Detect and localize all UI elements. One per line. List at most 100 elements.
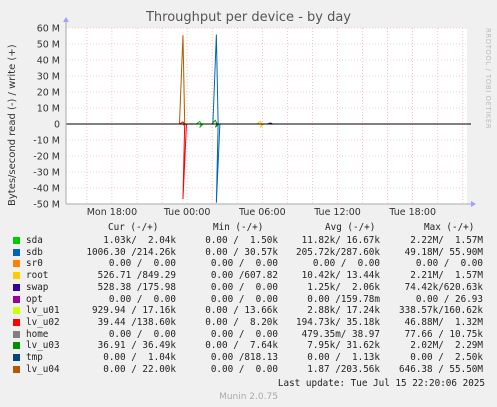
legend-min: 0.00 / 0.00 bbox=[210, 258, 278, 270]
legend-cur: 36.91 / 36.49k bbox=[97, 340, 176, 352]
legend-avg: 0.00 /159.78m bbox=[307, 293, 380, 305]
legend-max: 646.38 / 55.50M bbox=[399, 363, 483, 375]
legend-name: sr0 bbox=[26, 258, 43, 270]
legend-name: home bbox=[26, 328, 49, 340]
munin-version: Munin 2.0.75 bbox=[219, 392, 278, 402]
legend-max: 77.66 / 10.75k bbox=[404, 328, 483, 340]
legend-swatch-home bbox=[13, 330, 20, 338]
legend-max: 74.42k/620.63k bbox=[404, 281, 483, 293]
legend-min: 0.00 / 0.00 bbox=[210, 281, 278, 293]
legend-max: 338.57k/160.62k bbox=[399, 305, 483, 317]
legend-cur: 0.00 / 0.00 bbox=[108, 258, 176, 270]
legend-min: 0.00 / 8.20k bbox=[205, 316, 278, 328]
legend-swatch-root bbox=[13, 272, 20, 280]
legend-avg: 10.42k/ 13.44k bbox=[301, 270, 380, 282]
y-tick-label: 40 M bbox=[37, 56, 60, 67]
legend-cur: 1006.30 /214.26k bbox=[86, 246, 176, 258]
legend-cur: 0.00 / 22.00k bbox=[103, 363, 176, 375]
legend-min: 0.00 / 0.00 bbox=[210, 328, 278, 340]
legend-swatch-sdb bbox=[13, 248, 20, 256]
legend-min: 0.00 / 7.64k bbox=[205, 340, 278, 352]
legend-max: 0.00 / 0.00 bbox=[415, 258, 483, 270]
legend-avg: 0.00 / 0.00 bbox=[312, 258, 380, 270]
y-axis-arrow bbox=[63, 17, 69, 22]
legend-min: 0.00 /607.82 bbox=[210, 270, 278, 282]
x-tick-label: Tue 18:00 bbox=[388, 207, 436, 218]
legend-swatch-sda bbox=[13, 237, 20, 244]
legend-min: 0.00 /818.13 bbox=[210, 352, 278, 363]
last-update: Last update: Tue Jul 15 22:20:06 2025 bbox=[277, 378, 485, 389]
x-tick-label: Tue 00:00 bbox=[163, 207, 211, 218]
legend-min: 0.00 / 0.00 bbox=[210, 363, 278, 375]
legend-name: root bbox=[26, 270, 49, 282]
legend-cur: 526.71 /849.29 bbox=[97, 270, 176, 282]
y-tick-label: -30 M bbox=[33, 168, 60, 179]
legend-swatch-lv_u03 bbox=[13, 342, 20, 350]
y-tick-label: 50 M bbox=[37, 40, 60, 51]
y-tick-label: -20 M bbox=[33, 152, 60, 163]
legend-avg: 205.72k/287.60k bbox=[296, 246, 380, 258]
legend-cur: 528.38 /175.98 bbox=[97, 281, 176, 293]
legend-cur: 0.00 / 1.04k bbox=[103, 352, 176, 363]
legend-max: 0.00 / 2.50k bbox=[410, 352, 483, 363]
legend-avg: 1.87 /203.56k bbox=[307, 363, 380, 375]
x-axis-arrow bbox=[471, 201, 476, 207]
x-tick-label: Mon 18:00 bbox=[87, 207, 137, 218]
y-tick-label: 20 M bbox=[37, 88, 60, 99]
legend-max: 46.88M/ 1.32M bbox=[404, 316, 483, 328]
legend-cur: 1.03k/ 2.04k bbox=[103, 235, 176, 246]
legend-avg: 2.88k/ 17.24k bbox=[307, 305, 380, 317]
legend-cur: 39.44 /138.60k bbox=[97, 316, 176, 328]
legend-swatch-opt bbox=[13, 295, 20, 303]
chart-plot: 60 M 50 M 40 M 30 M 20 M 10 M 0 -10 M -20 M -30 M… bbox=[33, 17, 476, 218]
legend-avg: 7.95k/ 31.62k bbox=[307, 340, 380, 352]
legend-header-max: Max (-/+) bbox=[424, 222, 475, 233]
x-axis-ticks: Mon 18:00 Tue 00:00 Tue 06:00 Tue 12:00 Tue … bbox=[87, 207, 436, 218]
y-tick-label: -10 M bbox=[33, 136, 60, 147]
legend-avg: 0.00 / 1.13k bbox=[307, 352, 380, 363]
y-tick-label: -50 M bbox=[33, 200, 60, 211]
y-axis-ticks: 60 M 50 M 40 M 30 M 20 M 10 M 0 -10 M -20 M -30 M… bbox=[33, 24, 60, 211]
legend-avg: 1.25k/ 2.06k bbox=[307, 281, 380, 293]
y-tick-label: -40 M bbox=[33, 184, 60, 195]
legend-name: lv_u03 bbox=[26, 340, 60, 352]
legend-avg: 479.35m/ 38.97 bbox=[301, 328, 380, 340]
x-tick-label: Tue 12:00 bbox=[313, 207, 361, 218]
legend-header-min: Min (-/+) bbox=[213, 222, 264, 233]
legend-swatch-lv_u02 bbox=[13, 318, 20, 326]
legend-name: sda bbox=[26, 235, 43, 246]
legend-max: 2.02M/ 2.29M bbox=[410, 340, 483, 352]
legend-swatch-tmp bbox=[13, 354, 20, 361]
y-tick-label: 10 M bbox=[37, 104, 60, 115]
legend-cur: 0.00 / 0.00 bbox=[108, 328, 176, 340]
legend-avg: 11.82k/ 16.67k bbox=[301, 235, 380, 246]
legend-name: sdb bbox=[26, 246, 43, 258]
legend-name: lv_u02 bbox=[26, 316, 60, 328]
legend-cur: 929.94 / 17.16k bbox=[92, 305, 176, 317]
legend-name: lv_u04 bbox=[26, 363, 60, 375]
legend-name: swap bbox=[26, 281, 49, 293]
legend-swatch-lv_u04 bbox=[13, 365, 20, 373]
legend-swatch-lv_u01 bbox=[13, 307, 20, 315]
legend-swatch-swap bbox=[13, 283, 20, 291]
legend-swatch-sr0 bbox=[13, 260, 20, 268]
legend-cur: 0.00 / 0.00 bbox=[108, 293, 176, 305]
legend-max: 0.00 / 26.93 bbox=[415, 293, 483, 305]
legend-max: 2.21M/ 1.57M bbox=[410, 270, 483, 282]
legend-max: 2.22M/ 1.57M bbox=[410, 235, 483, 246]
legend-name: tmp bbox=[26, 352, 43, 363]
legend-name: lv_u01 bbox=[26, 305, 60, 317]
legend-min: 0.00 / 13.66k bbox=[205, 305, 278, 317]
y-tick-label: 0 bbox=[54, 120, 60, 131]
y-tick-label: 60 M bbox=[37, 24, 60, 35]
y-tick-label: 30 M bbox=[37, 72, 60, 83]
legend-avg: 194.73k/ 35.18k bbox=[296, 316, 380, 328]
legend-header-avg: Avg (-/+) bbox=[325, 222, 376, 233]
legend-min: 0.00 / 0.00 bbox=[210, 293, 278, 305]
x-tick-label: Tue 06:00 bbox=[238, 207, 286, 218]
legend-max: 49.18M/ 55.90M bbox=[404, 246, 483, 258]
legend-min: 0.00 / 30.57k bbox=[205, 246, 278, 258]
legend-header-cur: Cur (-/+) bbox=[108, 222, 159, 233]
plot-area bbox=[66, 28, 467, 204]
legend-name: opt bbox=[26, 293, 43, 305]
